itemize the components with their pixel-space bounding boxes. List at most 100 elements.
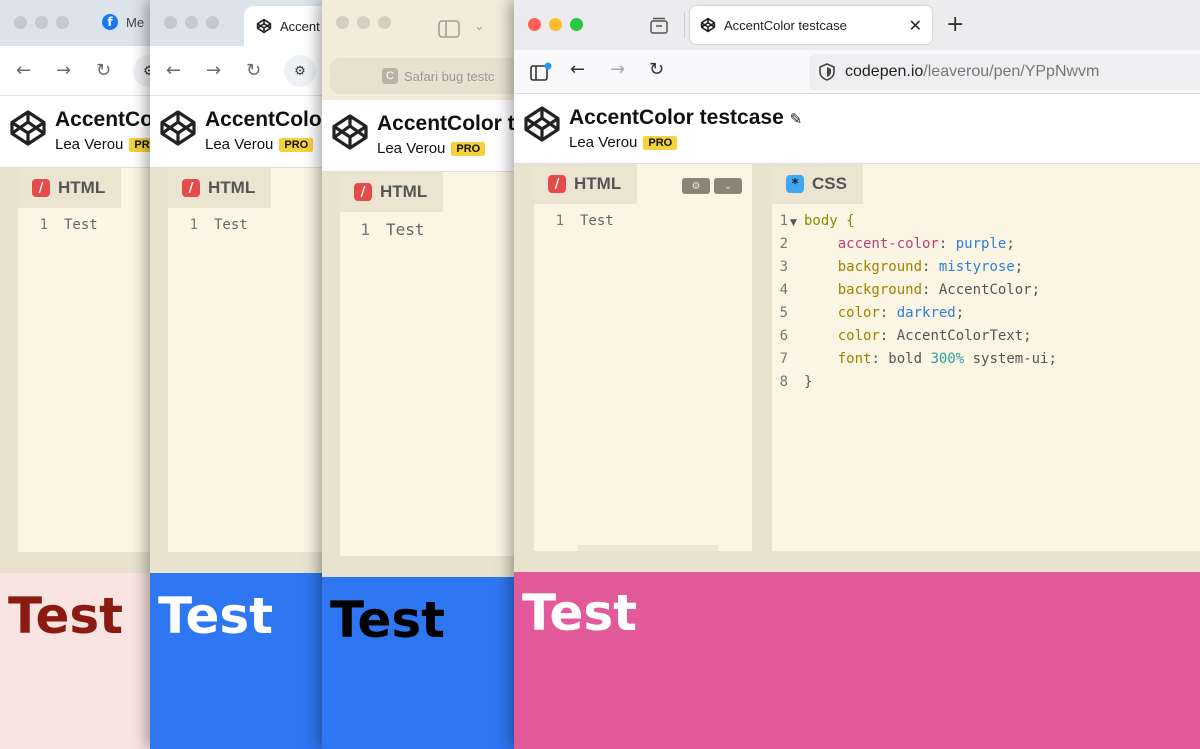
line-number: 7 xyxy=(779,351,788,367)
css-property: color xyxy=(837,305,880,321)
code-text: Test xyxy=(580,213,614,229)
html-code[interactable]: 1 Test xyxy=(18,214,98,237)
code-line: 6 color: AccentColorText; xyxy=(758,328,1032,344)
codepen-logo-icon xyxy=(10,110,46,146)
shield-icon[interactable] xyxy=(819,63,835,81)
tab-label: Me xyxy=(126,14,145,30)
css-code[interactable]: 1 body { 2 accent-color: purple; 3 backgr… xyxy=(758,210,1057,394)
pen-author: Lea Verou PRO xyxy=(377,140,486,157)
author-name[interactable]: Lea Verou xyxy=(569,134,637,151)
preview-pane[interactable]: Test xyxy=(322,577,514,749)
codepen-header: AccentColor testcase Lea Verou PRO xyxy=(0,96,150,168)
html-panel[interactable]: / HTML 1 Test xyxy=(168,168,322,552)
css-brace: { xyxy=(846,213,855,229)
zoom-dot[interactable] xyxy=(206,16,219,29)
address-bar[interactable]: codepen.io/leaverou/pen/YPpNwvm xyxy=(809,54,1200,90)
css-property: color xyxy=(837,328,880,344)
pen-title[interactable]: AccentColor testcase ✎ xyxy=(569,106,802,130)
pen-title-text: AccentColor testcase xyxy=(569,106,784,129)
author-name[interactable]: Lea Verou xyxy=(377,140,445,157)
minimize-dot[interactable] xyxy=(357,16,370,29)
panel-controls: ⚙ ⌄ xyxy=(682,178,742,194)
close-dot[interactable] xyxy=(528,18,541,31)
reload-icon[interactable]: ↻ xyxy=(649,59,664,80)
traffic-lights xyxy=(164,16,219,29)
pen-author: Lea Verou PRO xyxy=(205,136,314,153)
close-dot[interactable] xyxy=(336,16,349,29)
pen-title[interactable]: AccentColor te xyxy=(377,112,514,136)
codepen-header: AccentColor Lea Verou PRO xyxy=(150,96,322,168)
preview-text: Test xyxy=(158,587,274,645)
panel-tab-label: HTML xyxy=(380,182,428,201)
sidebar-toggle-icon[interactable] xyxy=(438,20,460,38)
fold-arrow-icon[interactable]: ▼ xyxy=(790,218,797,228)
line-number: 1 xyxy=(360,220,370,239)
site-settings-icon[interactable]: ⚙ xyxy=(133,55,150,87)
chevron-down-icon[interactable]: ⌄ xyxy=(474,19,485,34)
css-brace: } xyxy=(804,374,813,390)
url-text: codepen.io/leaverou/pen/YPpNwvm xyxy=(845,63,1099,81)
pen-title[interactable]: AccentColor xyxy=(205,108,322,132)
author-name[interactable]: Lea Verou xyxy=(55,136,123,153)
codepen-logo-icon xyxy=(332,114,368,150)
site-settings-icon[interactable]: ⚙ xyxy=(284,55,316,87)
pencil-icon[interactable]: ✎ xyxy=(790,110,803,128)
close-tab-icon[interactable]: ✕ xyxy=(909,16,922,35)
forward-icon[interactable]: → xyxy=(206,60,221,81)
tab-accentcolor-testcase[interactable]: AccentColor testcase ✕ xyxy=(690,6,932,44)
css-panel-tab[interactable]: * CSS xyxy=(772,164,863,204)
html-panel[interactable]: / HTML 1 Test xyxy=(340,172,514,556)
code-text: Test xyxy=(386,220,425,239)
tab-accentcolor[interactable]: Accent xyxy=(244,6,322,46)
minimize-dot[interactable] xyxy=(185,16,198,29)
html-panel[interactable]: / HTML 1 Test xyxy=(18,168,150,552)
new-tab-icon[interactable]: + xyxy=(946,12,964,37)
address-bar[interactable]: C Safari bug testc xyxy=(330,58,514,94)
zoom-dot[interactable] xyxy=(56,16,69,29)
back-icon[interactable]: ← xyxy=(166,60,181,81)
html-code[interactable]: 1 Test xyxy=(168,214,248,237)
html-code[interactable]: 1 Test xyxy=(340,218,425,241)
minimize-dot[interactable] xyxy=(549,18,562,31)
css-property: background xyxy=(837,259,923,275)
html-panel-tab[interactable]: / HTML xyxy=(168,168,272,208)
css-value: purple xyxy=(955,236,1007,252)
preview-pane[interactable]: Test xyxy=(150,573,322,749)
close-dot[interactable] xyxy=(164,16,177,29)
forward-icon[interactable]: → xyxy=(56,60,71,81)
reload-icon[interactable]: ↻ xyxy=(246,60,261,81)
preview-pane[interactable]: Test xyxy=(0,573,150,749)
author-name[interactable]: Lea Verou xyxy=(205,136,273,153)
tab-overview-icon[interactable] xyxy=(650,17,668,34)
back-icon[interactable]: ← xyxy=(16,60,31,81)
html-panel[interactable]: / HTML ⚙ ⌄ 1 Test xyxy=(534,164,752,551)
html-panel-tab[interactable]: / HTML xyxy=(18,168,122,208)
minimize-dot[interactable] xyxy=(35,16,48,29)
preview-pane[interactable]: Test xyxy=(514,572,1200,749)
tab-strip: AccentColor testcase ✕ + xyxy=(514,0,1200,50)
line-number: 5 xyxy=(779,305,788,321)
line-number: 1 xyxy=(189,217,198,233)
zoom-dot[interactable] xyxy=(378,16,391,29)
css-panel[interactable]: * CSS 1 body { 2 accent-color: purple; 3 … xyxy=(772,164,1200,551)
zoom-dot[interactable] xyxy=(570,18,583,31)
tab-facebook[interactable]: f Me xyxy=(102,14,144,30)
back-icon[interactable]: ← xyxy=(570,59,585,80)
html-code[interactable]: 1 Test xyxy=(534,210,614,233)
reload-icon[interactable]: ↻ xyxy=(96,60,111,81)
code-line: 5 color: darkred; xyxy=(758,305,965,321)
codepen-header: AccentColor testcase ✎ Lea Verou PRO xyxy=(514,94,1200,164)
sidebar-icon[interactable] xyxy=(530,62,552,82)
pen-title[interactable]: AccentColor testcase xyxy=(55,108,150,132)
toolbar: ← → ↻ ⚙ xyxy=(150,46,322,96)
line-number: 4 xyxy=(779,282,788,298)
chevron-down-icon[interactable]: ⌄ xyxy=(714,178,742,194)
settings-gear-icon[interactable]: ⚙ xyxy=(682,178,710,194)
scrollbar[interactable] xyxy=(578,545,718,551)
close-dot[interactable] xyxy=(14,16,27,29)
forward-icon[interactable]: → xyxy=(610,59,625,80)
css-value: mistyrose xyxy=(938,259,1015,275)
html-panel-tab[interactable]: / HTML xyxy=(534,164,638,204)
html-panel-tab[interactable]: / HTML xyxy=(340,172,444,212)
url-path: /leaverou/pen/YPpNwvm xyxy=(923,63,1100,80)
